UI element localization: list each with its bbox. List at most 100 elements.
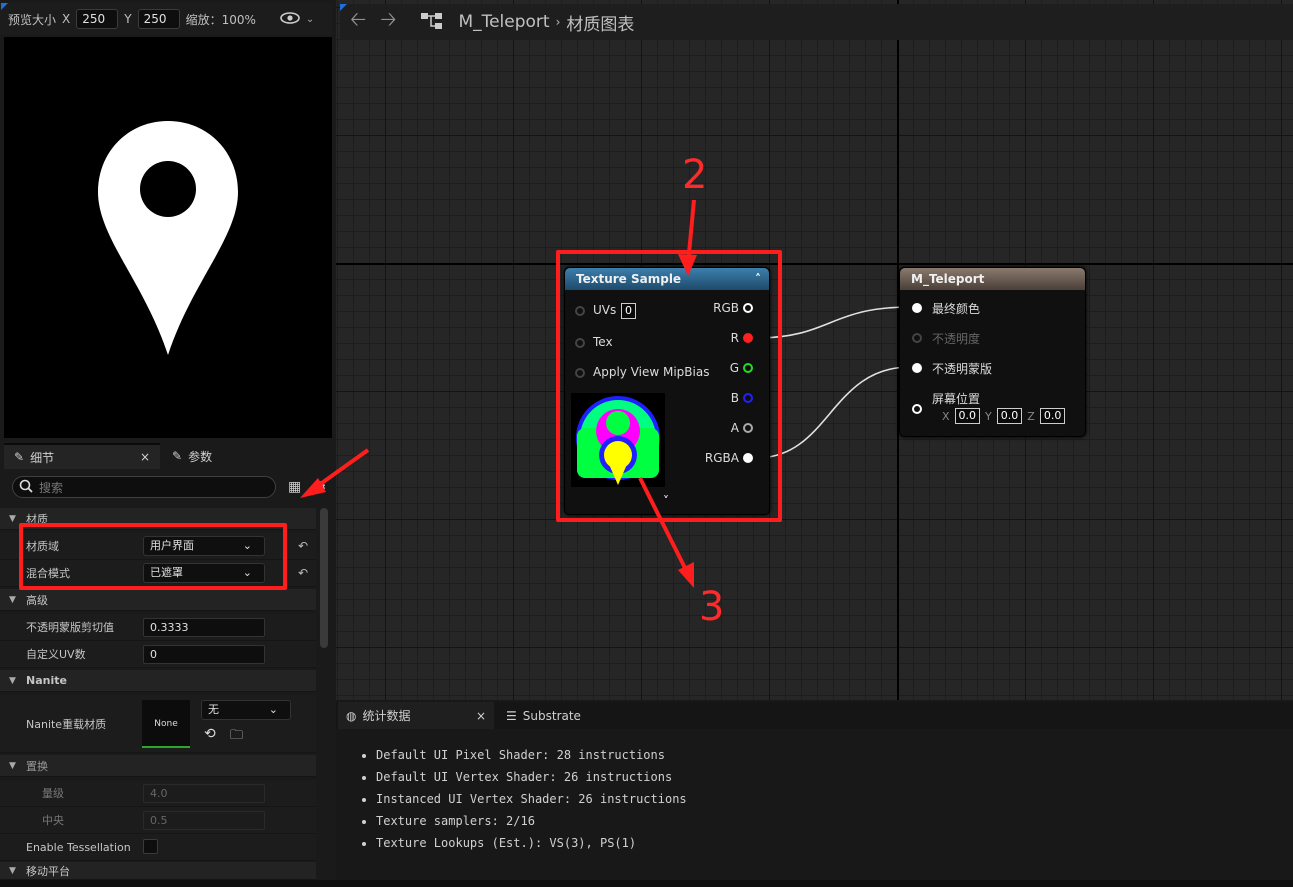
location-pin-preview-image [98, 121, 238, 355]
tab-stats-label: 统计数据 [362, 709, 411, 723]
nanite-override-label: Nanite重载材质 [26, 717, 107, 731]
screen-x-input[interactable]: 0.0 [954, 408, 981, 424]
corner-marker [340, 4, 347, 11]
chevron-down-icon[interactable]: ⌄ [306, 14, 314, 25]
graph-toolbar: 🡠 🡢 M_Teleport › 材质图表 [340, 4, 1293, 40]
opacity-clip-label: 不透明蒙版剪切值 [26, 621, 114, 634]
tab-parameters[interactable]: ✎ 参数 [162, 443, 312, 469]
stats-line: Texture Lookups (Est.): VS(3), PS(1) [376, 832, 687, 854]
property-custom-uvs: 自定义UV数 0 [0, 641, 316, 668]
magnitude-label: 量级 [42, 787, 64, 800]
status-bar [0, 880, 1293, 887]
chevron-right-icon: › [555, 15, 561, 29]
final-color-input-pin[interactable] [912, 303, 922, 313]
opacity-clip-input[interactable]: 0.3333 [143, 617, 265, 637]
details-scrollbar[interactable] [320, 508, 328, 648]
gear-icon[interactable]: ⚙ [313, 478, 326, 496]
preview-x-label: X [62, 12, 71, 26]
custom-uv-input[interactable]: 0 [143, 644, 265, 664]
screen-y-label: Y [985, 409, 992, 423]
close-icon[interactable]: × [476, 709, 486, 723]
opacity-input-pin[interactable] [912, 333, 922, 343]
stats-icon: ◍ [346, 708, 357, 723]
use-selected-arrow-icon[interactable]: ⟲ [204, 726, 216, 742]
custom-uv-label: 自定义UV数 [26, 648, 86, 661]
table-view-icon[interactable]: ▦ [288, 479, 301, 495]
center-label: 中央 [42, 814, 64, 827]
property-center: 中央 0.5 [0, 807, 316, 834]
material-output-node[interactable]: M_Teleport 最终颜色 不透明度 不透明蒙版 屏幕位置 X 0.0 Y … [899, 267, 1086, 437]
tab-substrate[interactable]: ☰ Substrate [498, 702, 638, 729]
tab-substrate-label: Substrate [522, 708, 581, 723]
screen-position-input-pin[interactable] [912, 404, 922, 414]
stats-list: Default UI Pixel Shader: 28 instructions… [360, 744, 687, 854]
category-nanite[interactable]: ▼ Nanite [0, 670, 316, 692]
caret-down-icon: ▼ [9, 513, 16, 524]
annotation-box-2 [556, 250, 782, 522]
stats-line: Default UI Pixel Shader: 28 instructions [376, 744, 687, 766]
opacity-mask-label: 不透明蒙版 [932, 362, 993, 376]
eye-icon[interactable] [280, 11, 300, 27]
tab-details[interactable]: ✎ 细节 × [4, 443, 160, 469]
reset-arrow-icon[interactable]: ↶ [298, 539, 308, 553]
material-preview-viewport[interactable] [4, 37, 332, 438]
property-opacity-mask-clip: 不透明蒙版剪切值 0.3333 [0, 614, 316, 641]
category-displacement-label: 置换 [26, 759, 48, 773]
screen-z-input[interactable]: 0.0 [1039, 408, 1066, 424]
details-search-input[interactable]: 搜索 [12, 476, 276, 498]
final-color-label: 最终颜色 [932, 302, 981, 316]
category-nanite-label: Nanite [26, 674, 67, 687]
stats-line: Default UI Vertex Shader: 26 instruction… [376, 766, 687, 788]
search-placeholder: 搜索 [39, 480, 64, 495]
nanite-material-thumbnail[interactable]: None [142, 700, 190, 748]
chevron-down-icon: ⌄ [268, 703, 278, 716]
category-advanced[interactable]: ▼ 高级 [0, 589, 316, 611]
material-output-header[interactable]: M_Teleport [900, 268, 1085, 290]
property-magnitude: 量级 4.0 [0, 780, 316, 807]
browse-folder-icon[interactable]: 🗀 [230, 726, 243, 748]
center-input[interactable]: 0.5 [143, 810, 265, 830]
breadcrumb-graph[interactable]: 材质图表 [566, 10, 634, 35]
caret-down-icon: ▼ [9, 594, 16, 605]
category-mobile-label: 移动平台 [26, 864, 70, 878]
preview-toolbar: 预览大小 X Y 缩放：100% ⌄ [0, 3, 332, 35]
property-nanite-override: Nanite重载材质 None 无 ⌄ ⟲ 🗀 [0, 695, 316, 753]
property-enable-tessellation: Enable Tessellation [0, 834, 316, 861]
nanite-override-value: 无 [208, 703, 219, 716]
forward-arrow-icon[interactable]: 🡢 [380, 5, 396, 39]
back-arrow-icon[interactable]: 🡠 [350, 5, 366, 39]
screen-x-label: X [942, 409, 950, 423]
graph-icon [420, 11, 444, 34]
annotation-number-2: 2 [682, 152, 708, 198]
annotation-box-1 [19, 523, 287, 590]
category-displacement[interactable]: ▼ 置换 [0, 755, 316, 777]
tab-stats[interactable]: ◍ 统计数据 × [338, 702, 494, 729]
category-mobile[interactable]: ▼ 移动平台 [0, 862, 316, 880]
stats-line: Texture samplers: 2/16 [376, 810, 687, 832]
pencil-icon: ✎ [14, 450, 25, 464]
close-icon[interactable]: × [140, 450, 150, 464]
tessellation-label: Enable Tessellation [26, 840, 131, 854]
opacity-label: 不透明度 [932, 332, 981, 346]
tab-details-label: 细节 [30, 450, 55, 465]
opacity-mask-input-pin[interactable] [912, 363, 922, 373]
preview-y-input[interactable] [137, 9, 180, 29]
tab-parameters-label: 参数 [188, 449, 213, 464]
screen-position-label: 屏幕位置 [932, 392, 981, 406]
magnitude-input[interactable]: 4.0 [143, 783, 265, 803]
screen-position-coords: X 0.0 Y 0.0 Z 0.0 [942, 408, 1066, 424]
search-icon [19, 479, 33, 496]
caret-down-icon: ▼ [9, 675, 16, 686]
breadcrumb-asset[interactable]: M_Teleport [458, 12, 549, 32]
screen-y-input[interactable]: 0.0 [996, 408, 1023, 424]
reset-arrow-icon[interactable]: ↶ [298, 566, 308, 580]
corner-marker [1, 3, 8, 10]
details-tab-bar: ✎ 细节 × ✎ 参数 [0, 443, 332, 469]
material-graph-canvas[interactable] [336, 0, 1293, 700]
caret-down-icon: ▼ [9, 865, 16, 876]
annotation-number-3: 3 [699, 584, 725, 630]
preview-x-input[interactable] [76, 9, 119, 29]
nanite-override-dropdown[interactable]: 无 ⌄ [201, 700, 291, 720]
list-icon: ☰ [506, 708, 517, 723]
tessellation-checkbox[interactable] [143, 839, 158, 854]
